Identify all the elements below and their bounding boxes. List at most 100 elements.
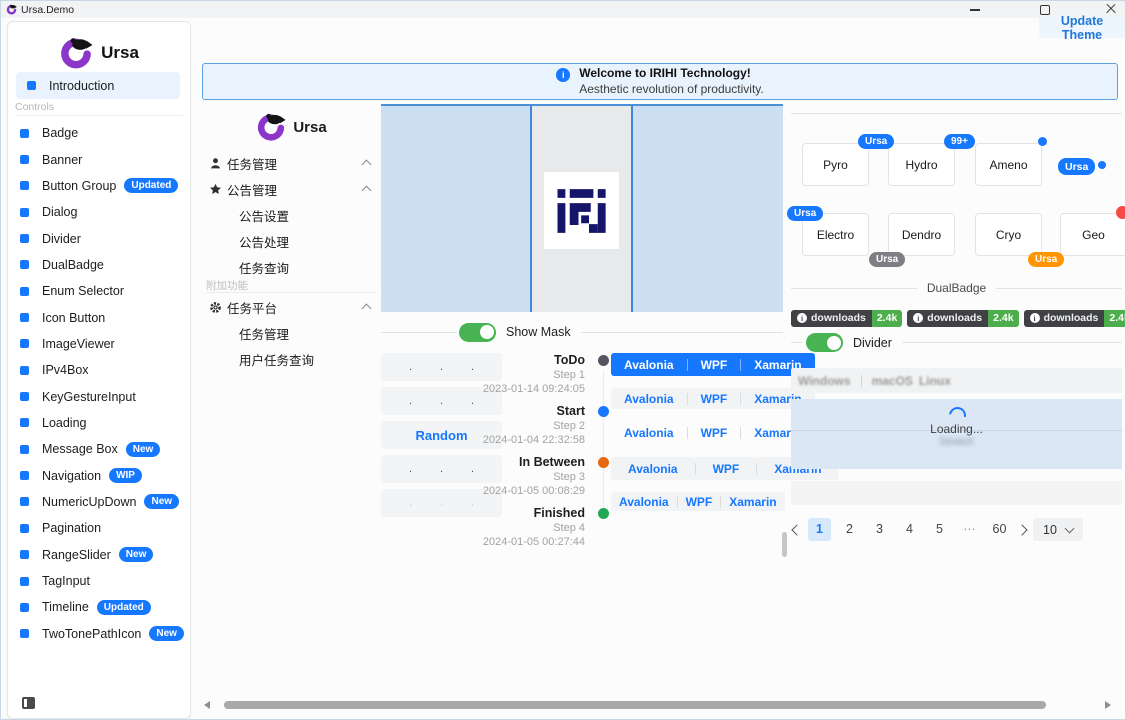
sidebar-item-imageviewer[interactable]: ImageViewer <box>8 331 190 357</box>
sidebar-item-dualbadge[interactable]: DualBadge <box>8 252 190 278</box>
sidebar-item-numericupdown[interactable]: NumericUpDownNew <box>8 489 190 515</box>
controls-section-label: Controls <box>15 101 54 113</box>
minimize-icon[interactable] <box>970 9 980 11</box>
timeline-dot-icon <box>598 508 609 519</box>
sidebar-item-introduction[interactable]: Introduction <box>16 72 180 99</box>
sidebar-item-ipv4box[interactable]: IPv4Box <box>8 357 190 383</box>
badge-pill-gray: Ursa <box>869 252 905 267</box>
show-mask-toggle[interactable] <box>459 323 496 342</box>
group-button-avalonia[interactable]: Avalonia <box>611 495 677 509</box>
divider-toggle[interactable] <box>806 333 843 352</box>
sidebar-item-banner[interactable]: Banner <box>8 146 190 172</box>
image-viewer[interactable] <box>381 104 783 312</box>
sidebar-item-timeline[interactable]: TimelineUpdated <box>8 594 190 620</box>
banner-text: Welcome to IRIHI Technology! Aesthetic r… <box>579 66 764 97</box>
window-title: Ursa.Demo <box>21 4 74 16</box>
badge-count-pill: 99+ <box>944 134 975 149</box>
menu-logo-text: Ursa <box>293 119 326 136</box>
group-button-wpf[interactable]: WPF <box>678 495 721 509</box>
sidebar-item-button-group[interactable]: Button GroupUpdated <box>8 173 190 199</box>
sidebar-item-label: Introduction <box>49 79 114 93</box>
status-badge: New <box>119 547 154 562</box>
group-button-wpf[interactable]: WPF <box>688 392 741 406</box>
divider <box>581 332 783 333</box>
sidebar-item-taginput[interactable]: TagInput <box>8 568 190 594</box>
mask-edge-line[interactable] <box>530 106 532 312</box>
sidebar-item-icon-button[interactable]: Icon Button <box>8 304 190 330</box>
sidebar-item-divider[interactable]: Divider <box>8 225 190 251</box>
sidebar-logo-text: Ursa <box>101 43 139 63</box>
page-button-4[interactable]: 4 <box>898 518 921 541</box>
group-button-wpf[interactable]: WPF <box>688 426 741 440</box>
right-demo-column: DualBadge idownloads2.4k idownloads2.4k … <box>791 271 1126 561</box>
page-button-1[interactable]: 1 <box>808 518 831 541</box>
menu-item-announcement-handling[interactable]: 公告处理 <box>201 228 382 254</box>
page-button-2[interactable]: 2 <box>838 518 861 541</box>
sidebar-item-message-box[interactable]: Message BoxNew <box>8 436 190 462</box>
menu-group-task-platform[interactable]: 任务平台 <box>201 294 382 320</box>
separator <box>861 375 862 387</box>
sidebar-item-keygestureinput[interactable]: KeyGestureInput <box>8 383 190 409</box>
prev-page-icon[interactable] <box>791 524 802 535</box>
dual-badge: idownloads2.4k <box>1024 310 1126 327</box>
update-theme-button[interactable]: Update Theme <box>1039 17 1125 38</box>
sidebar-item-loading[interactable]: Loading <box>8 410 190 436</box>
timeline-item: In Between Step 3 2024-01-05 00:08:29 <box>469 455 609 497</box>
bullet-icon <box>20 445 29 454</box>
menu-item-task-query[interactable]: 任务查询 <box>201 254 382 280</box>
group-button-wpf[interactable]: WPF <box>696 462 757 476</box>
page-button-60[interactable]: 60 <box>988 518 1011 541</box>
dualbadge-divider: DualBadge <box>791 281 1122 295</box>
divider <box>791 342 803 343</box>
page-button-3[interactable]: 3 <box>868 518 891 541</box>
status-badge: New <box>149 626 184 641</box>
page-size-select[interactable]: 10 <box>1033 518 1083 541</box>
page-ellipsis[interactable]: ··· <box>958 518 981 541</box>
menu-item-task-management[interactable]: 任务管理 <box>201 320 382 346</box>
status-badge: WIP <box>109 468 142 483</box>
bullet-icon <box>20 603 29 612</box>
bullet-icon <box>20 471 29 480</box>
sidebar-item-enum-selector[interactable]: Enum Selector <box>8 278 190 304</box>
menu-group-task-management[interactable]: 任务管理 <box>201 150 382 176</box>
bullet-icon <box>20 524 29 533</box>
group-button-avalonia[interactable]: Avalonia <box>611 392 687 406</box>
sidebar-item-badge[interactable]: Badge <box>8 120 190 146</box>
group-button-avalonia[interactable]: Avalonia <box>611 426 687 440</box>
mask-edge-line[interactable] <box>631 106 633 312</box>
sidebar-item-rangeslider[interactable]: RangeSliderNew <box>8 542 190 568</box>
timeline-item: Finished Step 4 2024-01-05 00:27:44 <box>469 506 609 548</box>
menu-group-announcement[interactable]: 公告管理 <box>201 176 382 202</box>
pagination: 1 2 3 4 5 ··· 60 10 <box>793 518 1083 541</box>
scroll-right-icon[interactable] <box>1105 701 1111 709</box>
page-button-5[interactable]: 5 <box>928 518 951 541</box>
sidebar-item-dialog[interactable]: Dialog <box>8 199 190 225</box>
sidebar-item-twotonepathicon[interactable]: TwoTonePathIconNew <box>8 621 190 647</box>
sidebar-item-navigation[interactable]: NavigationWIP <box>8 462 190 488</box>
bullet-icon <box>20 313 29 322</box>
badge-card: Dendro <box>888 213 955 256</box>
horizontal-scrollbar-thumb[interactable] <box>224 701 1046 709</box>
divider-label: DualBadge <box>927 281 986 295</box>
divider <box>206 292 377 293</box>
group-button-wpf[interactable]: WPF <box>688 358 741 372</box>
menu-item-user-task-query[interactable]: 用户任务查询 <box>201 346 382 372</box>
sidebar: Ursa Introduction Controls Badge Banner … <box>7 21 191 719</box>
chevron-down-icon <box>1065 523 1075 533</box>
group-button-avalonia[interactable]: Avalonia <box>611 462 695 476</box>
scroll-left-icon[interactable] <box>204 701 210 709</box>
group-button-xamarin[interactable]: Xamarin <box>721 495 784 509</box>
badge-card: Pyro <box>802 143 869 186</box>
bullet-icon <box>20 366 29 375</box>
next-page-icon[interactable] <box>1016 524 1027 535</box>
standalone-badge-pill: Ursa <box>1058 158 1095 175</box>
vertical-scrollbar-thumb[interactable] <box>782 532 787 557</box>
menu-item-announcement-settings[interactable]: 公告设置 <box>201 202 382 228</box>
horizontal-scrollbar[interactable] <box>201 700 1126 710</box>
divider <box>15 115 183 116</box>
sidebar-item-pagination[interactable]: Pagination <box>8 515 190 541</box>
collapse-sidebar-icon[interactable] <box>22 697 35 709</box>
sidebar-list: Badge Banner Button GroupUpdated Dialog … <box>8 120 190 647</box>
group-button-avalonia[interactable]: Avalonia <box>611 358 687 372</box>
viewer-mask-left <box>381 106 530 312</box>
